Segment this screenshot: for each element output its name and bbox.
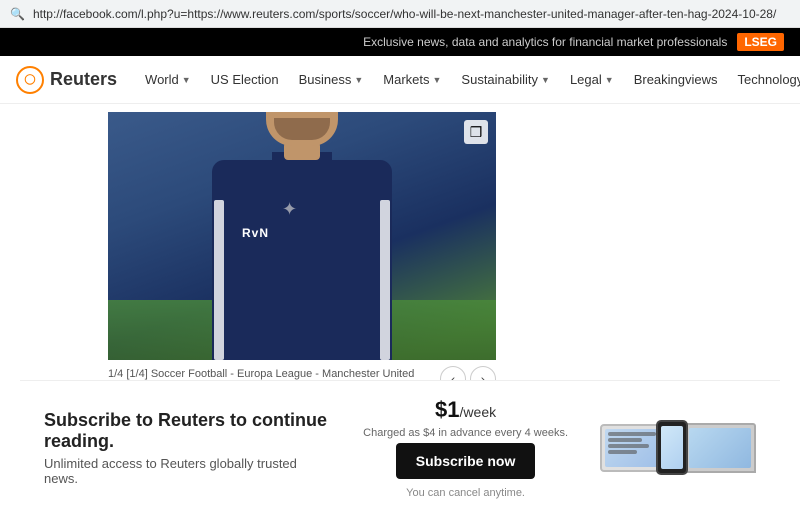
chevron-down-icon: ▼ [354, 75, 363, 85]
nav-legal[interactable]: Legal ▼ [560, 72, 624, 87]
tablet-device [600, 424, 664, 472]
nav-technology[interactable]: Technology ▼ [728, 72, 800, 87]
nav-world[interactable]: World ▼ [135, 72, 201, 87]
logo-text: Reuters [50, 69, 117, 90]
subscription-box: Subscribe to Reuters to continue reading… [20, 380, 780, 505]
subscription-text-area: Subscribe to Reuters to continue reading… [44, 410, 331, 486]
price-period: /week [460, 404, 497, 420]
subscription-overlay: Subscribe to Reuters to continue reading… [0, 389, 800, 505]
chevron-down-icon: ▼ [605, 75, 614, 85]
phone-device [656, 420, 688, 475]
laptop-device [684, 423, 756, 473]
charge-note: Charged as $4 in advance every 4 weeks. [363, 427, 568, 439]
promo-text: Exclusive news, data and analytics for f… [363, 35, 727, 49]
cancel-note: You can cancel anytime. [406, 487, 525, 499]
nav-business[interactable]: Business ▼ [289, 72, 374, 87]
url-display: http://facebook.com/l.php?u=https://www.… [33, 7, 790, 21]
search-icon: 🔍 [10, 7, 25, 21]
subscribe-now-button[interactable]: Subscribe now [396, 443, 536, 479]
promo-bar: Exclusive news, data and analytics for f… [0, 28, 800, 56]
expand-button[interactable]: ❒ [464, 120, 488, 144]
nav-us-election[interactable]: US Election [201, 72, 289, 87]
subscription-pricing: $1/week Charged as $4 in advance every 4… [363, 397, 568, 499]
logo-icon: ◯ [16, 66, 44, 94]
article-image: ✦ RvN ❒ [108, 112, 496, 360]
subscription-description: Unlimited access to Reuters globally tru… [44, 456, 331, 486]
lseg-badge[interactable]: LSEG [737, 33, 784, 51]
price-amount: $1 [435, 397, 459, 422]
address-bar: 🔍 http://facebook.com/l.php?u=https://ww… [0, 0, 800, 28]
navbar: ◯ Reuters World ▼ US Election Business ▼… [0, 56, 800, 104]
phone-screen [661, 426, 683, 469]
subscription-title: Subscribe to Reuters to continue reading… [44, 410, 331, 452]
device-images [600, 420, 756, 475]
nav-sustainability[interactable]: Sustainability ▼ [451, 72, 560, 87]
chevron-down-icon: ▼ [433, 75, 442, 85]
reuters-logo[interactable]: ◯ Reuters [16, 66, 117, 94]
laptop-screen [689, 428, 751, 468]
rvn-label: RvN [242, 226, 269, 240]
chevron-down-icon: ▼ [541, 75, 550, 85]
price-display: $1/week [435, 397, 496, 423]
main-content: ✦ RvN ❒ 1/4 [1/4] Soccer Football - Euro… [0, 104, 800, 505]
chevron-down-icon: ▼ [182, 75, 191, 85]
tablet-screen [605, 429, 659, 467]
nav-markets[interactable]: Markets ▼ [373, 72, 451, 87]
nav-items: World ▼ US Election Business ▼ Markets ▼… [135, 72, 800, 87]
nav-breakingviews[interactable]: Breakingviews [624, 72, 728, 87]
